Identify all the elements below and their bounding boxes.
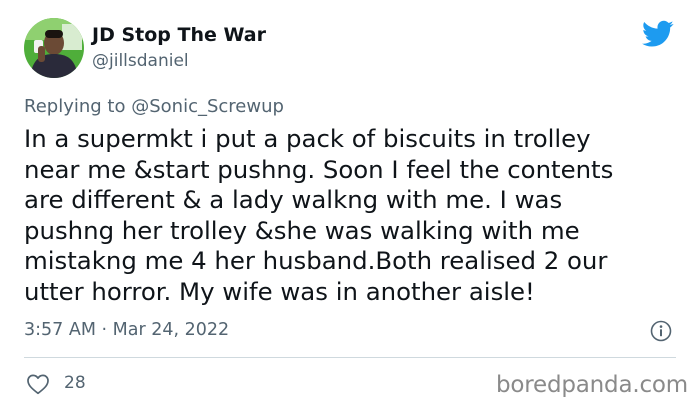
author-display-name[interactable]: JD Stop The War	[92, 24, 266, 46]
watermark: boredpanda.com	[496, 372, 688, 398]
tweet-text-line: near me &start pushng. Soon I feel the c…	[24, 154, 614, 184]
tweet-text-line: mistakng me 4 her husband.Both realised …	[24, 246, 608, 275]
avatar[interactable]	[24, 18, 84, 78]
replying-to: Replying to @Sonic_Screwup	[24, 96, 284, 117]
heart-icon[interactable]	[26, 373, 50, 395]
tweet-text-line: are different & a lady walkng with me. I…	[24, 185, 563, 214]
replying-to-prefix: Replying to	[24, 96, 126, 117]
tweet-text-line: utter horror. My wife was in another ais…	[24, 276, 535, 306]
tweet-text-line: In a supermkt i put a pack of biscuits i…	[24, 124, 591, 153]
like-count: 28	[64, 373, 86, 393]
info-icon[interactable]	[650, 320, 672, 342]
twitter-bird-icon[interactable]	[642, 20, 674, 48]
author-handle[interactable]: @jillsdaniel	[92, 51, 189, 71]
tweet-timestamp[interactable]: 3:57 AM · Mar 24, 2022	[24, 320, 229, 340]
avatar-image	[24, 18, 84, 78]
tweet-text-line: pushng her trolley &she was walking with…	[24, 215, 580, 245]
divider	[24, 357, 676, 358]
replying-to-mention[interactable]: @Sonic_Screwup	[131, 96, 284, 117]
tweet-text: In a supermkt i put a pack of biscuits i…	[24, 124, 674, 307]
